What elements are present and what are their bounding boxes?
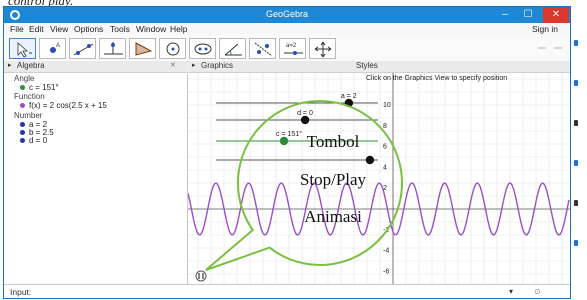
minimize-button[interactable]: – [494, 7, 516, 23]
reflect-tool-button[interactable] [249, 38, 276, 59]
dropdown-arrow-icon[interactable]: ▾ [509, 287, 513, 296]
menu-options[interactable]: Options [74, 24, 103, 34]
angle-icon [224, 43, 242, 56]
visibility-toggle-icon[interactable] [20, 122, 25, 128]
menu-edit[interactable]: Edit [29, 24, 44, 34]
geogebra-window: GeoGebra – ☐ ✕ File Edit View Options To… [3, 6, 571, 299]
callout-line-2: Stop/Play [299, 170, 367, 189]
svg-text:a=2: a=2 [286, 43, 297, 49]
visibility-toggle-icon[interactable] [20, 103, 25, 109]
help-icon[interactable]: ⊙ [534, 287, 541, 296]
circle-icon [166, 42, 180, 56]
move-icon [17, 42, 32, 58]
title-bar: GeoGebra – ☐ ✕ [4, 7, 570, 23]
move-graphics-icon [314, 41, 332, 58]
margin-mark [574, 40, 578, 46]
menu-view[interactable]: View [50, 24, 68, 34]
angle-definition: c = 151° [29, 83, 59, 92]
ellipse-tool-button[interactable] [189, 38, 216, 59]
svg-text:A: A [56, 43, 60, 49]
menu-window[interactable]: Window [136, 24, 166, 34]
visibility-toggle-icon[interactable] [20, 130, 25, 136]
move-graphics-tool-button[interactable] [309, 38, 336, 59]
menu-bar: File Edit View Options Tools Window Help… [4, 23, 570, 35]
perpendicular-icon [104, 42, 123, 55]
circle-tool-button[interactable] [159, 38, 186, 59]
callout-line-3: Animasi [304, 207, 362, 226]
toolbar: A a=2 [4, 35, 570, 62]
angle-tool-button[interactable] [219, 38, 246, 59]
maximize-button[interactable]: ☐ [517, 7, 539, 23]
reflect-icon [254, 42, 273, 57]
perpendicular-tool-button[interactable] [99, 38, 126, 59]
algebra-view: Angle c = 151° Function f(x) = 2 cos(2.5… [4, 73, 188, 284]
slider-icon: a=2 [284, 43, 303, 55]
slider-label: d = 0 [297, 110, 313, 117]
margin-mark [574, 120, 578, 126]
y-tick-label: 10 [383, 102, 391, 109]
collapse-arrow-icon[interactable]: ▸ [192, 61, 196, 69]
close-view-icon[interactable]: ✕ [170, 61, 176, 69]
margin-mark [574, 240, 578, 246]
polygon-icon [135, 42, 153, 56]
sign-in-link[interactable]: Sign in [532, 24, 558, 34]
margin-mark [574, 200, 578, 206]
ellipse-icon [194, 43, 212, 55]
input-label: Input: [10, 287, 32, 297]
slider-tool-button[interactable]: a=2 [279, 38, 306, 59]
algebra-view-header: ▸ Algebra ✕ [4, 61, 187, 73]
undo-icon [538, 47, 546, 49]
style-bar-label: Styles [356, 61, 378, 70]
polygon-tool-button[interactable] [129, 38, 156, 59]
graphics-view-title: Graphics [201, 61, 234, 70]
function-definition: f(x) = 2 cos(2.5 x + 15 [29, 101, 107, 110]
line-tool-button[interactable] [69, 38, 96, 59]
slider-handle[interactable] [344, 98, 354, 108]
collapse-arrow-icon[interactable]: ▸ [8, 61, 12, 69]
margin-mark [574, 80, 578, 86]
callout-line-1: Tombol [306, 132, 360, 151]
menu-help[interactable]: Help [170, 24, 187, 34]
category-function[interactable]: Function [14, 92, 45, 101]
undo-button[interactable] [536, 43, 548, 55]
category-angle[interactable]: Angle [14, 74, 34, 83]
line-icon [73, 43, 94, 56]
y-tick-label: -2 [383, 227, 389, 234]
y-tick-label: -6 [383, 268, 389, 275]
algebra-item-d[interactable]: d = 0 [20, 136, 47, 145]
y-tick-label: -4 [383, 248, 389, 255]
slider-handle[interactable] [300, 115, 310, 125]
algebra-item-function[interactable]: f(x) = 2 cos(2.5 x + 15 [20, 101, 107, 110]
window-title: GeoGebra [265, 9, 309, 19]
close-button[interactable]: ✕ [543, 7, 569, 23]
menu-tools[interactable]: Tools [110, 24, 130, 34]
y-tick-label: 8 [383, 123, 387, 130]
visibility-toggle-icon[interactable] [20, 85, 25, 91]
margin-mark [574, 160, 578, 166]
graphics-view-header: ▸ Graphics Styles [188, 61, 570, 73]
algebra-item-angle[interactable]: c = 151° [20, 83, 59, 92]
point-icon: A [50, 43, 60, 53]
redo-icon [554, 47, 562, 49]
redo-button[interactable] [552, 43, 564, 55]
graphics-hint: Click on the Graphics View to specify po… [366, 75, 507, 82]
animation-play-pause-button[interactable] [195, 270, 207, 282]
slider-handle[interactable] [365, 155, 375, 165]
input-bar[interactable]: Input: ▾ ⊙ [4, 284, 570, 298]
algebra-view-title: Algebra [17, 61, 45, 70]
slider-label: a = 2 [341, 93, 357, 100]
menu-file[interactable]: File [10, 24, 24, 34]
number-definition: d = 0 [29, 136, 48, 145]
point-tool-button[interactable]: A [39, 38, 66, 59]
move-tool-button[interactable] [9, 38, 36, 59]
category-number[interactable]: Number [14, 111, 42, 120]
visibility-toggle-icon[interactable] [20, 138, 25, 144]
